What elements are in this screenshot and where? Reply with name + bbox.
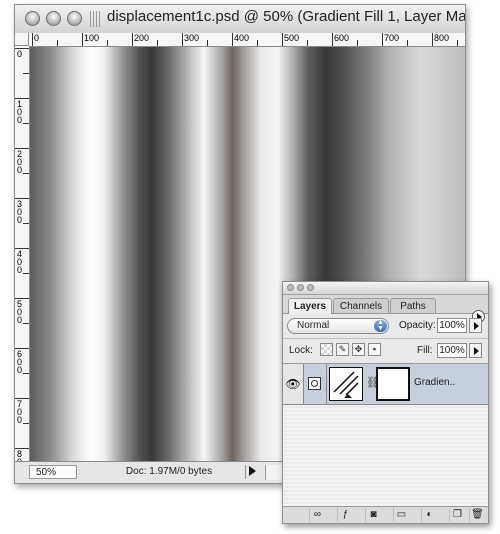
vertical-ruler[interactable]: 0 100 200 300 400 500 600 700 800 xyxy=(15,46,30,461)
tab-channels[interactable]: Channels xyxy=(333,298,389,313)
visibility-eye-icon[interactable]: 👁 xyxy=(283,364,304,404)
blend-mode-select[interactable]: Normal ▲ ▼ xyxy=(287,318,389,334)
close-button[interactable] xyxy=(25,11,40,26)
fill-label: Fill: xyxy=(417,345,433,356)
document-titlebar[interactable]: displacement1c.psd @ 50% (Gradient Fill … xyxy=(15,5,465,34)
layers-palette: Layers Channels Paths Normal ▲ ▼ Opacity:… xyxy=(282,281,489,524)
ruler-label: 300 xyxy=(17,199,23,225)
gradient-fill-thumbnail-icon xyxy=(333,371,359,398)
tab-paths[interactable]: Paths xyxy=(390,298,436,313)
zoom-field[interactable]: 50% xyxy=(29,465,77,479)
fill-field[interactable]: 100% xyxy=(437,343,467,358)
mask-indicator-icon xyxy=(308,377,321,390)
ruler-label: 400 xyxy=(17,249,23,275)
trash-icon[interactable]: 🗑 xyxy=(469,508,485,522)
tab-layers[interactable]: Layers xyxy=(288,298,332,314)
lock-label: Lock: xyxy=(289,345,313,356)
select-arrows-icon: ▲ ▼ xyxy=(374,319,387,332)
zoom-button[interactable] xyxy=(67,11,82,26)
status-menu-arrow-icon[interactable] xyxy=(249,466,256,476)
lock-image-brush-icon[interactable]: ✎ xyxy=(336,343,349,356)
palette-titlebar[interactable] xyxy=(283,282,488,295)
window-title: displacement1c.psd @ 50% (Gradient Fill … xyxy=(107,8,466,25)
lock-transparent-icon[interactable] xyxy=(320,343,333,356)
opacity-field[interactable]: 100% xyxy=(437,318,467,333)
palette-zoom-button[interactable] xyxy=(307,284,314,291)
blend-opacity-row: Normal ▲ ▼ Opacity: 100% xyxy=(283,314,488,339)
lock-all-padlock-icon[interactable]: ▪ xyxy=(368,343,381,356)
ruler-label: 700 xyxy=(17,399,23,425)
palette-minimize-button[interactable] xyxy=(297,284,304,291)
layer-mask-thumbnail[interactable] xyxy=(376,367,410,401)
opacity-slider-arrow-icon[interactable] xyxy=(469,318,482,333)
ruler-label: 700 xyxy=(384,33,400,43)
ruler-label: 800 xyxy=(17,449,23,462)
add-mask-icon[interactable]: ◙ xyxy=(365,508,381,522)
ruler-label: 200 xyxy=(17,149,23,175)
ruler-label: 0 xyxy=(17,49,23,59)
palette-tabs: Layers Channels Paths xyxy=(283,295,488,323)
lock-position-move-icon[interactable]: ✥ xyxy=(352,343,365,356)
blend-mode-value: Normal xyxy=(297,320,330,331)
ruler-label: 200 xyxy=(134,33,150,43)
horizontal-ruler[interactable]: 0 100 200 300 400 500 600 700 800 xyxy=(29,33,465,47)
ruler-label: 800 xyxy=(434,33,450,43)
link-layers-icon[interactable]: ∞ xyxy=(309,508,325,522)
gradient-fill-thumbnail[interactable] xyxy=(329,367,363,401)
ruler-label: 100 xyxy=(84,33,100,43)
proxy-grip-icon[interactable] xyxy=(90,11,100,27)
minimize-button[interactable] xyxy=(46,11,61,26)
ruler-label: 500 xyxy=(284,33,300,43)
ruler-label: 500 xyxy=(17,299,23,325)
opacity-label: Opacity: xyxy=(399,320,436,331)
new-layer-icon[interactable]: ❐ xyxy=(449,508,465,522)
layer-name: Gradien.. xyxy=(414,377,456,388)
palette-close-button[interactable] xyxy=(287,284,294,291)
layer-style-icon[interactable]: ƒ xyxy=(337,508,353,522)
layer-mask-cell[interactable] xyxy=(304,364,327,404)
ruler-label: 100 xyxy=(17,99,23,125)
layers-list: 👁 ⛓ Gradien.. xyxy=(283,364,488,506)
ruler-label: 0 xyxy=(34,33,40,43)
fill-slider-arrow-icon[interactable] xyxy=(469,343,482,358)
ruler-origin[interactable] xyxy=(15,33,29,46)
new-group-icon[interactable]: ▭ xyxy=(393,508,409,522)
doc-size-info: Doc: 1.97M/0 bytes xyxy=(93,465,246,479)
ruler-label: 400 xyxy=(234,33,250,43)
layer-row-gradient-fill[interactable]: 👁 ⛓ Gradien.. xyxy=(283,364,488,405)
adjustment-layer-icon[interactable]: ◐ xyxy=(421,508,437,522)
lock-fill-row: Lock: ✎ ✥ ▪ Fill: 100% xyxy=(283,339,488,364)
ruler-label: 300 xyxy=(184,33,200,43)
ruler-label: 600 xyxy=(17,349,23,375)
palette-bottom-bar: ∞ ƒ ◙ ▭ ◐ ❐ 🗑 xyxy=(283,506,488,523)
ruler-label: 600 xyxy=(334,33,350,43)
